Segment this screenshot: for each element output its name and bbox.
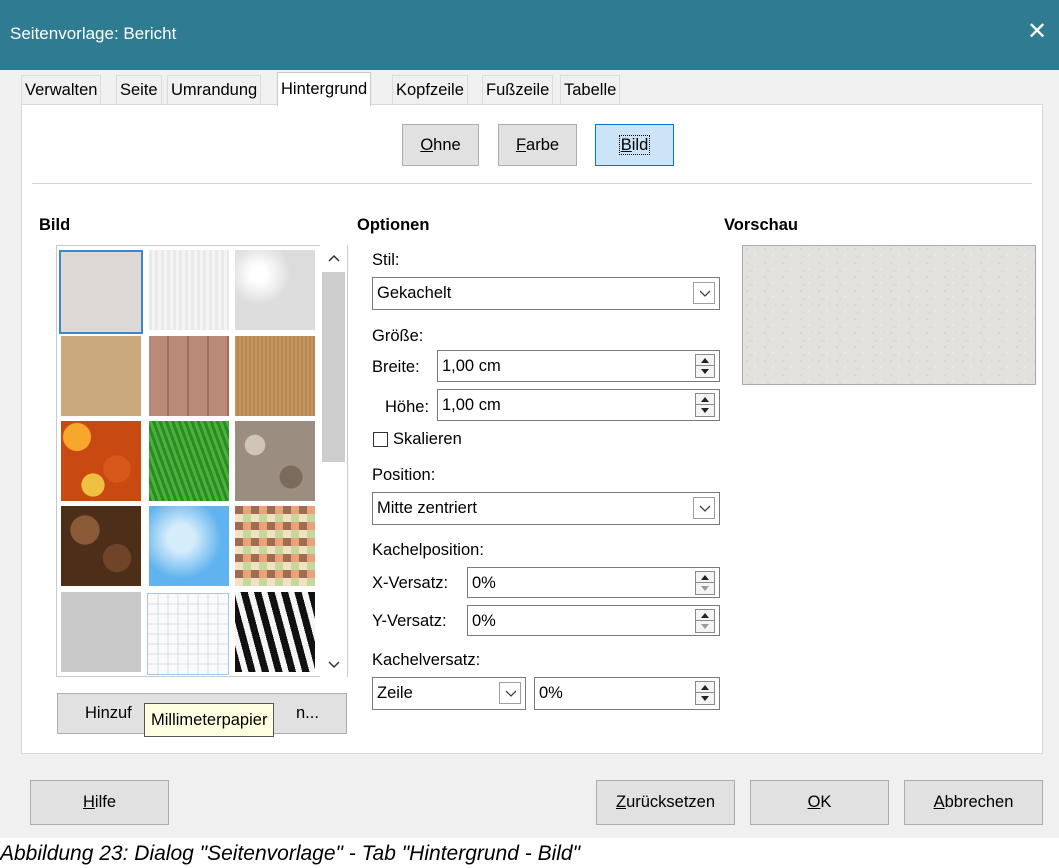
graph-grid <box>148 594 228 674</box>
height-spinfield[interactable]: 1,00 cm <box>437 389 720 421</box>
y-offset-label: Y-Versatz: <box>372 612 447 630</box>
scroll-up-icon[interactable] <box>327 253 341 263</box>
position-label: Position: <box>372 466 436 484</box>
stepper-down-icon[interactable] <box>696 621 714 632</box>
stepper-up-icon[interactable] <box>696 610 714 621</box>
tab-kopfzeile[interactable]: Kopfzeile <box>392 75 468 105</box>
chevron-down-icon[interactable] <box>693 282 715 304</box>
gallery-tile-concrete[interactable] <box>61 592 141 672</box>
scale-checkbox[interactable] <box>373 432 388 447</box>
tile-offset-label: Kachelversatz: <box>372 651 481 669</box>
separator <box>32 183 1032 184</box>
tab-umrandung[interactable]: Umrandung <box>167 75 262 105</box>
scroll-down-icon[interactable] <box>327 660 341 670</box>
gallery-tile-crumpled-paper[interactable] <box>235 250 315 330</box>
gallery-tile-zebra[interactable] <box>235 592 315 672</box>
color-button[interactable]: Farbe <box>498 124 577 166</box>
stepper-up-icon[interactable] <box>696 572 714 583</box>
style-select[interactable]: Gekachelt <box>372 277 720 310</box>
x-offset-spinfield[interactable]: 0% <box>467 567 720 598</box>
stepper-down-icon[interactable] <box>696 405 714 416</box>
gallery-tile-grass[interactable] <box>149 421 229 501</box>
tab-tabelle[interactable]: Tabelle <box>560 75 621 105</box>
ok-button[interactable]: OK <box>750 780 889 825</box>
style-label: Stil: <box>372 251 400 269</box>
y-offset-stepper[interactable] <box>695 609 715 633</box>
x-offset-label: X-Versatz: <box>372 574 449 592</box>
stepper-up-icon[interactable] <box>696 682 714 693</box>
tab-verwalten[interactable]: Verwalten <box>21 75 102 105</box>
gallery-tile-wooden-board[interactable] <box>235 336 315 416</box>
help-button[interactable]: Hilfe <box>30 780 169 825</box>
title-bar: Seitenvorlage: Bericht ✕ <box>0 0 1059 70</box>
tab-hintergrund[interactable]: Hintergrund <box>277 72 372 106</box>
width-stepper[interactable] <box>695 354 715 378</box>
stepper-down-icon[interactable] <box>696 366 714 377</box>
chevron-down-icon[interactable] <box>499 682 521 704</box>
close-icon[interactable]: ✕ <box>1027 20 1047 44</box>
figure-caption: Abbildung 23: Dialog "Seitenvorlage" - T… <box>0 842 581 865</box>
tab-seite[interactable]: Seite <box>116 75 162 105</box>
tab-fusszeile[interactable]: Fußzeile <box>482 75 554 105</box>
gallery-tile-maple-leaves[interactable] <box>61 421 141 501</box>
stepper-up-icon[interactable] <box>696 394 714 405</box>
gallery-tile-painted-white[interactable] <box>59 250 143 334</box>
chevron-down-icon[interactable] <box>693 497 715 519</box>
cancel-button[interactable]: Abbrechen <box>904 780 1043 825</box>
preview-texture <box>743 246 1035 384</box>
reset-button[interactable]: Zurücksetzen <box>596 780 735 825</box>
gallery-tile-clouds[interactable] <box>149 506 229 586</box>
gallery-scroll-thumb[interactable] <box>322 272 345 462</box>
stepper-down-icon[interactable] <box>696 583 714 594</box>
position-select[interactable]: Mitte zentriert <box>372 492 720 525</box>
gallery-tile-fence[interactable] <box>149 336 229 416</box>
gallery-tile-coffee-beans[interactable] <box>61 506 141 586</box>
scale-label: Skalieren <box>393 430 462 448</box>
gallery-tile-paper-texture[interactable] <box>149 250 229 330</box>
stepper-up-icon[interactable] <box>696 355 714 366</box>
x-offset-stepper[interactable] <box>695 571 715 595</box>
height-stepper[interactable] <box>695 393 715 417</box>
height-label: Höhe: <box>385 398 430 416</box>
gallery-tile-graph-paper[interactable] <box>147 593 229 675</box>
tile-offset-stepper[interactable] <box>695 681 715 705</box>
image-heading: Bild <box>39 216 71 234</box>
tile-offset-mode-select[interactable]: Zeile <box>372 677 526 710</box>
tile-position-label: Kachelposition: <box>372 541 484 559</box>
focus-ring: Bild <box>618 135 651 155</box>
stepper-down-icon[interactable] <box>696 693 714 704</box>
window-title: Seitenvorlage: Bericht <box>10 24 177 43</box>
width-label: Breite: <box>372 358 420 376</box>
gallery-tile-parchment[interactable] <box>61 336 141 416</box>
none-button[interactable]: Ohne <box>402 124 479 166</box>
width-spinfield[interactable]: 1,00 cm <box>437 350 720 382</box>
image-button[interactable]: Bild <box>595 124 674 166</box>
tile-offset-spinfield[interactable]: 0% <box>534 677 720 710</box>
gallery-tile-pebbles[interactable] <box>235 421 315 501</box>
preview-heading: Vorschau <box>724 216 798 234</box>
gallery-tile-color-mosaic[interactable] <box>235 506 315 586</box>
image-gallery[interactable] <box>56 245 348 677</box>
tooltip: Millimeterpapier <box>144 703 275 737</box>
y-offset-spinfield[interactable]: 0% <box>467 605 720 636</box>
size-label: Größe: <box>372 327 424 345</box>
options-heading: Optionen <box>357 216 430 234</box>
preview-area <box>742 245 1036 385</box>
